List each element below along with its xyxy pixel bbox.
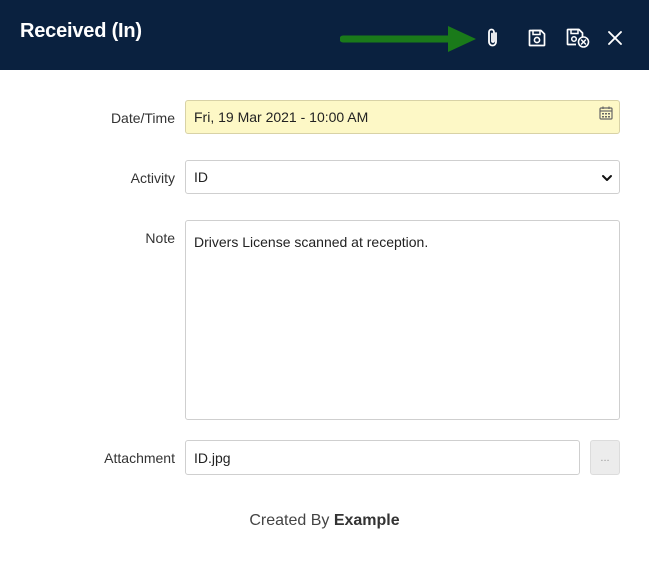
calendar-icon[interactable] — [599, 106, 613, 120]
note-value: Drivers License scanned at reception. — [194, 234, 429, 250]
close-button[interactable] — [601, 24, 629, 52]
close-icon — [608, 31, 622, 45]
attachment-input[interactable]: ID.jpg — [185, 440, 580, 475]
attach-button[interactable] — [479, 24, 507, 52]
browse-attachment-button[interactable]: ... — [590, 440, 620, 475]
dialog-header: Received (In) — [0, 0, 649, 70]
created-by-name: Example — [333, 512, 400, 529]
datetime-value: Fri, 19 Mar 2021 - 10:00 AM — [194, 109, 369, 125]
activity-select[interactable]: ID — [185, 160, 620, 194]
save-close-icon — [566, 28, 590, 48]
save-button[interactable] — [523, 24, 551, 52]
chevron-down-icon — [602, 175, 612, 181]
dialog-title: Received (In) — [20, 20, 142, 42]
note-textarea[interactable]: Drivers License scanned at reception. — [185, 220, 620, 420]
activity-value: ID — [194, 169, 208, 185]
created-by-label: Created By — [249, 512, 334, 529]
annotation-arrow-icon — [340, 26, 476, 52]
attachment-value: ID.jpg — [194, 449, 231, 466]
save-icon — [528, 29, 546, 47]
note-label: Note — [145, 230, 175, 246]
activity-label: Activity — [130, 170, 175, 186]
paperclip-icon — [488, 28, 497, 47]
save-and-close-button[interactable] — [564, 24, 592, 52]
datetime-field[interactable]: Fri, 19 Mar 2021 - 10:00 AM — [185, 100, 620, 134]
created-by-footer: Created By Example — [0, 512, 649, 530]
datetime-label: Date/Time — [110, 110, 175, 126]
attachment-label: Attachment — [104, 450, 175, 466]
